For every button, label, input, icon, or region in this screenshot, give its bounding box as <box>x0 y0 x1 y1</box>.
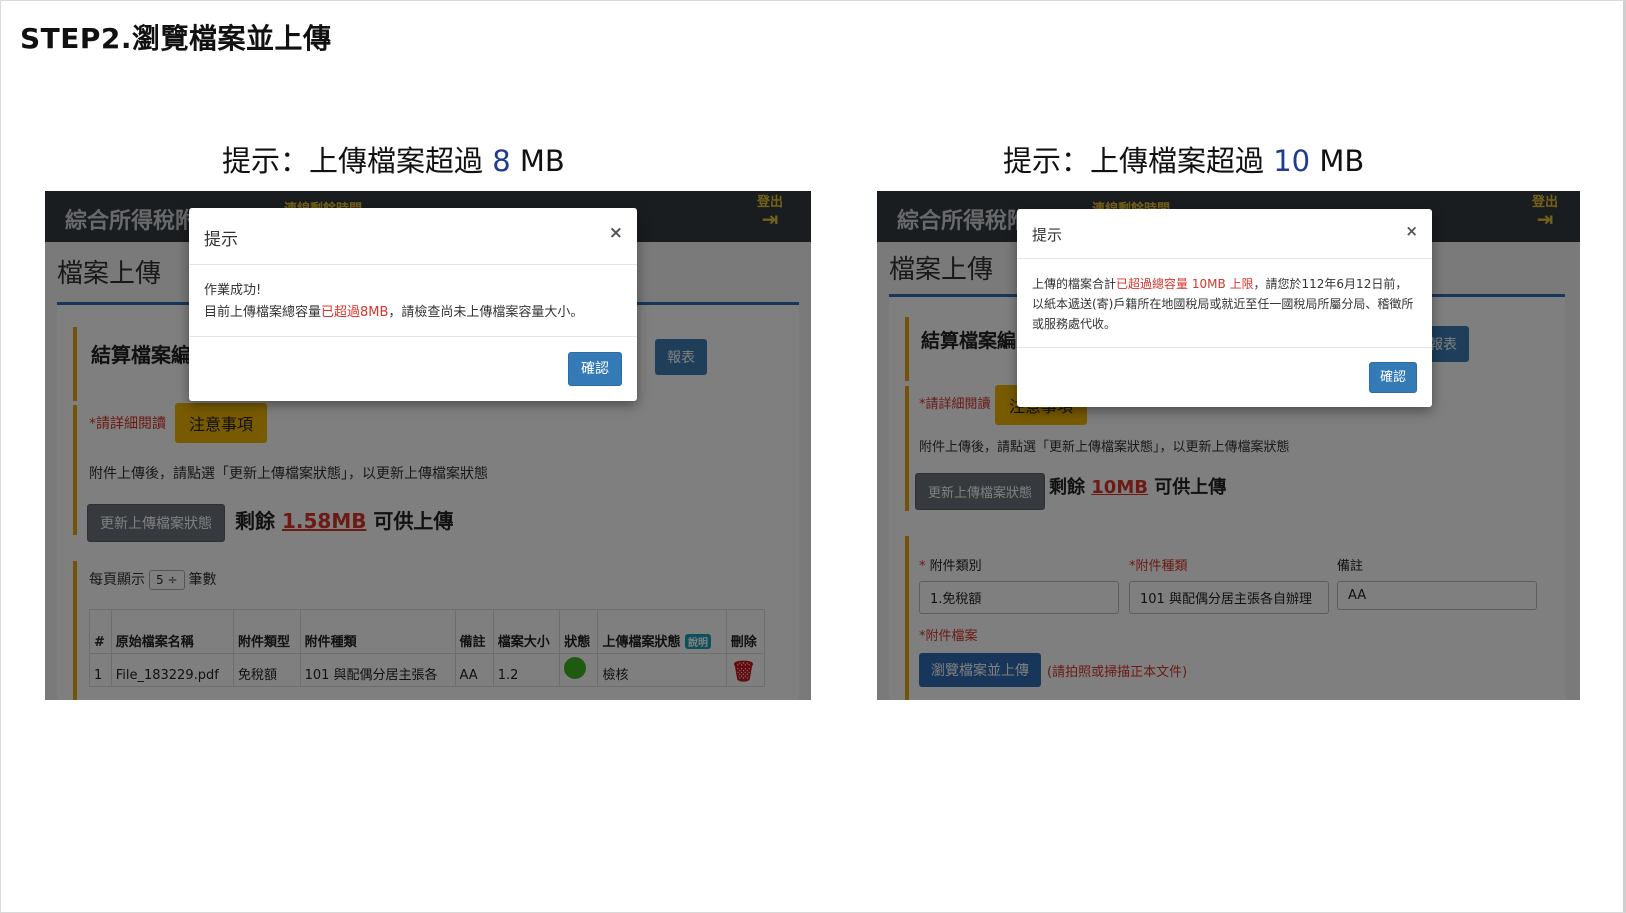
modal-text-highlight: 已超過總容量 10MB 上限 <box>1116 277 1254 291</box>
step-title: STEP2.瀏覽檔案並上傳 <box>20 22 332 55</box>
caption-right-size: 10 <box>1273 144 1311 178</box>
modal-text-prefix: 上傳的檔案合計 <box>1032 277 1117 291</box>
modal-footer: 確認 <box>189 336 637 401</box>
modal-body: 作業成功! 目前上傳檔案總容量已超過8MB，請檢查尚未上傳檔案容量大小。 <box>204 280 622 324</box>
caption-left-unit: MB <box>510 144 565 178</box>
alert-modal: 提示 × 作業成功! 目前上傳檔案總容量已超過8MB，請檢查尚未上傳檔案容量大小… <box>189 208 637 401</box>
caption-right-prefix: 提示：上傳檔案超過 <box>1003 144 1274 178</box>
caption-left: 提示：上傳檔案超過 8 MB <box>222 138 565 180</box>
modal-line-2-suffix: ，請檢查尚未上傳檔案容量大小。 <box>388 305 584 320</box>
modal-header: 提示 × <box>189 208 637 265</box>
modal-title: 提示 <box>1032 226 1063 244</box>
caption-left-prefix: 提示：上傳檔案超過 <box>222 144 493 178</box>
modal-line-2-prefix: 目前上傳檔案總容量 <box>204 305 322 320</box>
modal-line-2: 目前上傳檔案總容量已超過8MB，請檢查尚未上傳檔案容量大小。 <box>204 302 622 324</box>
modal-title: 提示 <box>204 230 238 250</box>
modal-line-2-highlight: 已超過8MB <box>321 305 389 320</box>
confirm-button[interactable]: 確認 <box>1369 362 1417 393</box>
close-icon[interactable]: × <box>1405 222 1418 240</box>
caption-right: 提示：上傳檔案超過 10 MB <box>1003 138 1364 180</box>
caption-left-size: 8 <box>492 144 511 178</box>
modal-line-1: 作業成功! <box>204 283 262 298</box>
screenshot-left: 綜合所得稅附件上傳 連線剩餘時間 登出 ⇥ 檔案上傳 結算檔案編 報表 *請詳細… <box>45 191 811 700</box>
confirm-button[interactable]: 確認 <box>568 352 622 386</box>
modal-header: 提示 × <box>1017 209 1432 259</box>
alert-modal: 提示 × 上傳的檔案合計已超過總容量 10MB 上限，請您於112年6月12日前… <box>1017 209 1432 407</box>
modal-footer: 確認 <box>1017 347 1432 407</box>
caption-right-unit: MB <box>1310 144 1365 178</box>
close-icon[interactable]: × <box>609 223 623 243</box>
modal-body: 上傳的檔案合計已超過總容量 10MB 上限，請您於112年6月12日前，以紙本遞… <box>1032 274 1417 334</box>
screenshot-right: 綜合所得稅附件上傳 連線剩餘時間 登出 ⇥ 檔案上傳 結算檔案編 報表 *請詳細… <box>877 191 1580 700</box>
